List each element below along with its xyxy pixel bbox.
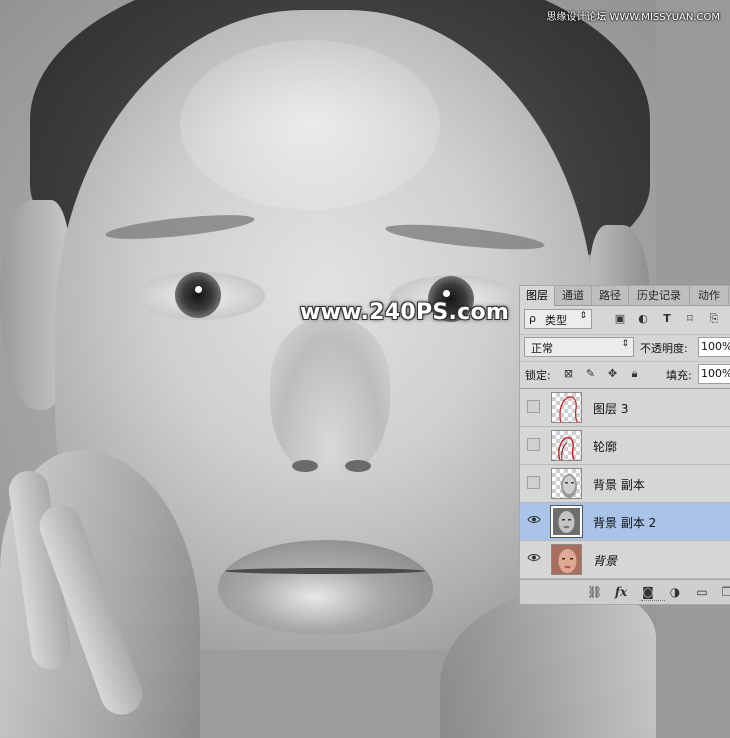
eye-icon[interactable] [527, 553, 541, 562]
image-filter-icon[interactable]: ▣ [613, 312, 627, 326]
forehead-highlight [180, 40, 440, 210]
left-iris [175, 272, 221, 318]
lock-pixels-icon[interactable]: ✎ [584, 367, 597, 380]
link-layers-icon[interactable]: ⛓︎ [587, 585, 602, 599]
blend-mode-value: 正常 [531, 342, 553, 355]
right-nostril [345, 460, 371, 472]
filter-type-select[interactable]: ρ 类型 ⇕ [524, 309, 592, 329]
opacity-label: 不透明度: [640, 342, 688, 355]
layer-row[interactable]: 轮廓 [520, 427, 730, 465]
add-mask-icon[interactable]: ◙ [641, 585, 655, 599]
eye-icon[interactable] [527, 515, 541, 524]
left-nostril [292, 460, 318, 472]
face-color-thumbnail [552, 545, 581, 574]
layer-name: 背景 副本 2 [593, 516, 657, 530]
face-cutout-thumbnail [561, 474, 577, 498]
nose [270, 320, 390, 480]
contour-outline-icon [558, 436, 576, 460]
neck [200, 650, 460, 738]
fill-input[interactable]: 100% [698, 364, 730, 384]
tab-actions[interactable]: 动作 [690, 286, 729, 305]
layer-thumbnail [551, 468, 582, 499]
panel-footer: ⛓︎ fx ◙ ◑ ▭ ❐ [520, 579, 730, 604]
fx-icon[interactable]: fx [614, 585, 628, 599]
watermark-text: www.240PS.com [300, 300, 510, 325]
lips [218, 540, 433, 635]
layer-name: 图层 3 [593, 402, 629, 416]
layer-name: 轮廓 [593, 440, 618, 454]
lip-line [225, 568, 425, 574]
type-filter-icon[interactable]: T [660, 312, 674, 326]
lock-label: 锁定: [525, 369, 551, 382]
contour-outline-icon [559, 396, 579, 422]
shape-filter-icon[interactable]: ⌑ [683, 312, 697, 326]
layer-row[interactable]: 背景 [520, 541, 730, 579]
visibility-toggle[interactable] [527, 400, 540, 413]
tab-paths[interactable]: 路径 [592, 286, 629, 305]
layers-list: 图层 3 轮廓 背景 副本 背景 副本 2 背景 [520, 388, 730, 579]
filter-type-label: 类型 [545, 314, 567, 327]
layers-panel: 图层 通道 路径 历史记录 动作 ρ 类型 ⇕ ▣ ◐ T ⌑ ⎘ 正常 ⇕ 不… [519, 285, 730, 605]
lock-row: 锁定: ⊠ ✎ ✥ 🔒︎ 填充: 100% [520, 361, 730, 388]
visibility-toggle[interactable] [527, 476, 540, 489]
visibility-toggle[interactable] [527, 438, 540, 451]
layer-row-selected[interactable]: 背景 副本 2 [520, 503, 730, 541]
site-watermark: 思缘设计论坛 WWW.MISSYUAN.COM [546, 12, 720, 23]
fill-label: 填充: [666, 369, 692, 382]
opacity-input[interactable]: 100% [698, 337, 730, 357]
lock-position-icon[interactable]: ✥ [606, 367, 619, 380]
tab-channels[interactable]: 通道 [555, 286, 592, 305]
layer-thumbnail [551, 430, 582, 461]
layer-name: 背景 [593, 554, 618, 568]
layer-name: 背景 副本 [593, 478, 645, 492]
blend-row: 正常 ⇕ 不透明度: 100% [520, 334, 730, 361]
chevron-updown-icon: ⇕ [579, 311, 587, 321]
lock-transparent-icon[interactable]: ⊠ [562, 367, 575, 380]
blend-mode-select[interactable]: 正常 ⇕ [524, 337, 634, 357]
layer-filter-row: ρ 类型 ⇕ ▣ ◐ T ⌑ ⎘ [520, 306, 730, 333]
panel-tab-bar: 图层 通道 路径 历史记录 动作 [520, 286, 730, 306]
new-layer-icon[interactable]: ❐ [720, 585, 730, 599]
left-eye-glint [195, 286, 202, 293]
new-group-icon[interactable]: ▭ [695, 585, 709, 599]
layer-thumbnail [550, 505, 583, 538]
tab-history[interactable]: 历史记录 [629, 286, 690, 305]
adjustment-filter-icon[interactable]: ◐ [636, 312, 650, 326]
layer-row[interactable]: 背景 副本 [520, 465, 730, 503]
new-adjustment-icon[interactable]: ◑ [668, 585, 682, 599]
resize-grip[interactable] [641, 600, 665, 604]
right-eye-glint [443, 290, 450, 297]
face-grayscale-thumbnail [553, 508, 580, 535]
search-icon: ρ [529, 312, 536, 325]
chevron-updown-icon: ⇕ [621, 339, 629, 349]
smart-object-filter-icon[interactable]: ⎘ [707, 312, 721, 326]
layer-row[interactable]: 图层 3 [520, 389, 730, 427]
lock-all-icon[interactable]: 🔒︎ [628, 367, 641, 380]
layer-thumbnail [551, 544, 582, 575]
layer-thumbnail [551, 392, 582, 423]
tab-layers[interactable]: 图层 [520, 286, 555, 306]
